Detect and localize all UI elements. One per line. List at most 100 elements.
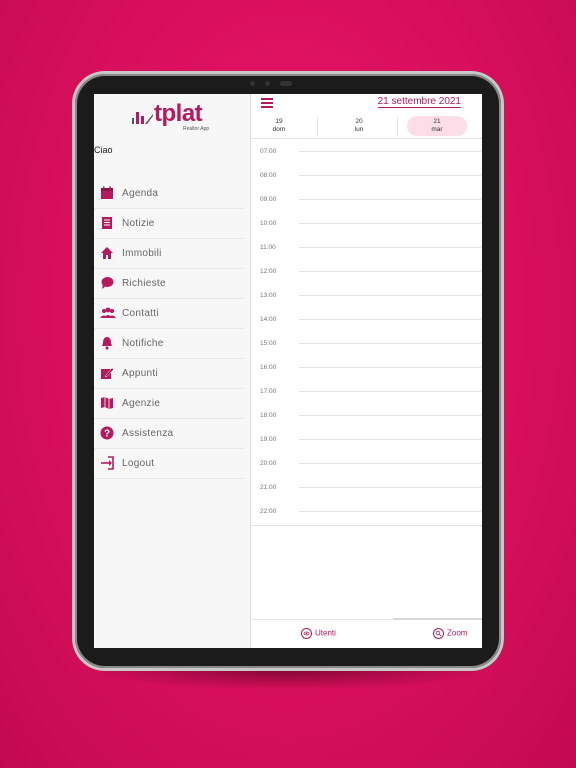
sidebar: tplat Realtor App Ciao Agenda Notizie Immo… bbox=[94, 94, 250, 648]
time-slot[interactable]: 08:00 bbox=[251, 168, 482, 192]
logout-icon bbox=[100, 456, 114, 470]
sidebar-item-notizie[interactable]: Notizie bbox=[94, 209, 244, 239]
time-slot[interactable]: 15:00 bbox=[251, 336, 482, 360]
zoom-button[interactable]: Zoom bbox=[433, 628, 467, 639]
time-label: 19:00 bbox=[260, 436, 277, 443]
day-number: 21 bbox=[433, 118, 441, 125]
time-label: 14:00 bbox=[260, 316, 277, 323]
users-button[interactable]: Utenti bbox=[301, 628, 336, 639]
day-selector: 19 dom 20 lun 21 mar bbox=[251, 114, 482, 139]
agenda-footer: Utenti Zoom bbox=[251, 618, 482, 648]
time-slot[interactable]: 16:00 bbox=[251, 360, 482, 384]
contacts-icon bbox=[100, 306, 116, 320]
sidebar-item-logout[interactable]: Logout bbox=[94, 449, 244, 479]
time-slot[interactable]: 19:00 bbox=[251, 432, 482, 456]
home-icon bbox=[100, 246, 114, 260]
day-number: 20 bbox=[355, 118, 363, 125]
time-label: 22:00 bbox=[260, 508, 277, 515]
sidebar-item-label: Agenda bbox=[122, 188, 159, 199]
note-edit-icon bbox=[100, 366, 114, 380]
time-slot[interactable]: 17:00 bbox=[251, 384, 482, 408]
sidebar-item-label: Assistenza bbox=[122, 428, 174, 439]
sidebar-item-agenda[interactable]: Agenda bbox=[94, 179, 244, 209]
time-label: 21:00 bbox=[260, 484, 277, 491]
hour-gridline bbox=[299, 151, 481, 152]
day-name: lun bbox=[354, 126, 364, 133]
users-button-label: Utenti bbox=[315, 628, 336, 638]
time-label: 10:00 bbox=[260, 220, 277, 227]
sidebar-item-agenzie[interactable]: Agenzie bbox=[94, 389, 244, 419]
logo-subtitle: Realtor App bbox=[183, 126, 210, 132]
news-icon bbox=[100, 216, 114, 230]
sidebar-item-label: Contatti bbox=[122, 308, 159, 319]
sidebar-item-richieste[interactable]: Richieste bbox=[94, 269, 244, 299]
hamburger-menu-icon[interactable] bbox=[261, 98, 273, 108]
time-label: 09:00 bbox=[260, 196, 277, 203]
day-separator bbox=[317, 117, 318, 135]
time-slot[interactable]: 09:00 bbox=[251, 192, 482, 216]
time-label: 16:00 bbox=[260, 364, 277, 371]
zoom-button-label: Zoom bbox=[447, 628, 468, 638]
day-tab-20[interactable]: 20 lun bbox=[329, 116, 389, 136]
hour-gridline bbox=[299, 415, 481, 416]
time-slot[interactable]: 14:00 bbox=[251, 312, 482, 336]
app-logo: tplat Realtor App bbox=[132, 100, 212, 132]
time-slot[interactable]: 11:00 bbox=[251, 240, 482, 264]
calendar-icon bbox=[100, 186, 114, 200]
time-label: 17:00 bbox=[260, 388, 277, 395]
sidebar-item-label: Immobili bbox=[122, 248, 162, 259]
hour-gridline bbox=[299, 223, 481, 224]
day-number: 19 bbox=[275, 118, 283, 125]
sidebar-item-appunti[interactable]: Appunti bbox=[94, 359, 244, 389]
time-label: 08:00 bbox=[260, 172, 277, 179]
time-slot[interactable]: 13:00 bbox=[251, 288, 482, 312]
greeting-text: Ciao bbox=[94, 145, 113, 155]
time-label: 13:00 bbox=[260, 292, 277, 299]
logo-bars-icon bbox=[132, 112, 153, 124]
time-label: 18:00 bbox=[260, 412, 277, 419]
time-slot[interactable]: 12:00 bbox=[251, 264, 482, 288]
agenda-panel: 21 settembre 2021 19 dom 20 lun 21 mar 07:00 0… bbox=[250, 94, 482, 648]
help-icon: ? bbox=[100, 426, 114, 440]
hour-gridline bbox=[299, 199, 481, 200]
hour-gridline bbox=[299, 343, 481, 344]
hour-gridline bbox=[299, 487, 481, 488]
time-slot[interactable]: 10:00 bbox=[251, 216, 482, 240]
sidebar-item-label: Notizie bbox=[122, 218, 155, 229]
sidebar-item-notifiche[interactable]: Notifiche bbox=[94, 329, 244, 359]
eye-icon bbox=[301, 628, 312, 639]
chat-bubble-icon bbox=[100, 276, 114, 290]
time-slot[interactable]: 20:00 bbox=[251, 456, 482, 480]
hour-gridline bbox=[299, 439, 481, 440]
hour-gridline bbox=[299, 319, 481, 320]
time-label: 12:00 bbox=[260, 268, 277, 275]
hour-gridline bbox=[299, 511, 481, 512]
hour-gridline bbox=[299, 463, 481, 464]
sidebar-item-label: Appunti bbox=[122, 368, 159, 379]
sidebar-item-label: Richieste bbox=[122, 278, 166, 289]
day-name: mar bbox=[431, 126, 443, 133]
app-screen: tplat Realtor App Ciao Agenda Notizie Immo… bbox=[94, 94, 482, 648]
camera-dot bbox=[250, 81, 255, 86]
sidebar-item-contatti[interactable]: Contatti bbox=[94, 299, 244, 329]
day-tab-19[interactable]: 19 dom bbox=[249, 116, 309, 136]
day-tab-21[interactable]: 21 mar bbox=[407, 116, 467, 136]
sidebar-item-immobili[interactable]: Immobili bbox=[94, 239, 244, 269]
hour-gridline bbox=[299, 391, 481, 392]
day-separator bbox=[397, 117, 398, 135]
sidebar-item-label: Agenzie bbox=[122, 398, 161, 409]
speaker-slot bbox=[280, 81, 292, 86]
sidebar-item-assistenza[interactable]: ? Assistenza bbox=[94, 419, 244, 449]
hour-gridline bbox=[299, 175, 481, 176]
current-date-title[interactable]: 21 settembre 2021 bbox=[377, 96, 461, 108]
time-slot[interactable]: 07:00 bbox=[251, 144, 482, 168]
time-label: 20:00 bbox=[260, 460, 277, 467]
timeline-end-line bbox=[251, 525, 482, 526]
sidebar-item-label: Logout bbox=[122, 458, 155, 469]
hour-gridline bbox=[299, 295, 481, 296]
logo-text: tplat bbox=[154, 100, 203, 127]
day-name: dom bbox=[272, 126, 286, 133]
time-label: 15:00 bbox=[260, 340, 277, 347]
time-slot[interactable]: 21:00 bbox=[251, 480, 482, 504]
time-slot[interactable]: 18:00 bbox=[251, 408, 482, 432]
